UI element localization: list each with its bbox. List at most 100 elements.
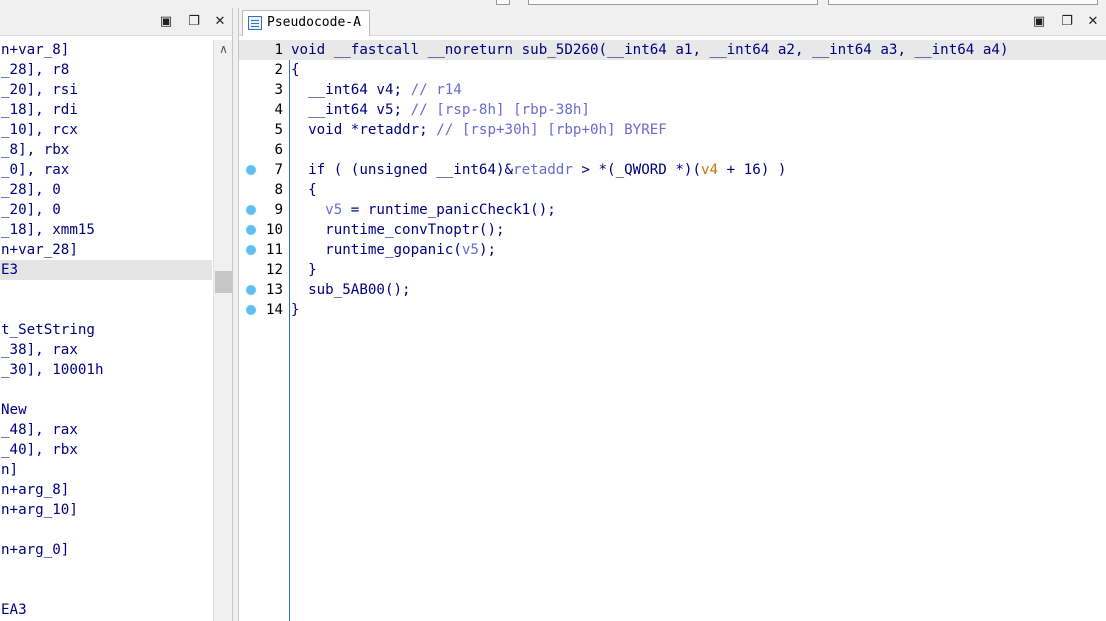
code-token: } [291,262,317,278]
disasm-text: _0], rax [1,162,70,178]
disasm-line[interactable]: _18], rdi [0,100,212,120]
code-token: } [291,302,300,318]
disasm-line[interactable] [0,280,212,300]
code-text: __int64 v5; // [rsp-8h] [rbp-38h] [291,100,590,120]
close-icon[interactable]: ✕ [212,14,228,30]
code-line[interactable]: 6 [239,140,1106,160]
restore-icon[interactable]: ❐ [1059,14,1075,30]
line-number: 13 [265,282,283,298]
disasm-line[interactable] [0,300,212,320]
breakpoint-marker-icon[interactable] [246,245,256,255]
disasm-line[interactable]: n+var_28] [0,240,212,260]
breakpoint-marker-icon[interactable] [246,305,256,315]
hidden-tab-edge[interactable] [828,0,1098,5]
code-text: { [291,180,317,200]
disasm-line[interactable]: _40], rbx [0,440,212,460]
code-text: sub_5AB00(); [291,280,411,300]
disassembly-panel-header: ▣ ❐ ✕ [0,8,232,36]
code-line[interactable]: 14} [239,300,1106,320]
code-line[interactable]: 5 void *retaddr; // [rsp+30h] [rbp+0h] B… [239,120,1106,140]
disasm-text: _10], rcx [1,122,78,138]
tab-label: Pseudocode-A [267,15,361,30]
breakpoint-marker-icon[interactable] [246,205,256,215]
code-line[interactable]: 1 void __fastcall __noreturn sub_5D260(__… [239,40,1106,60]
disasm-line[interactable] [0,380,212,400]
disasm-text: _20], rsi [1,82,78,98]
disasm-text: _28], 0 [1,182,61,198]
code-line[interactable]: 8 { [239,180,1106,200]
disasm-line[interactable]: n+var_8] [0,40,212,60]
code-text: } [291,260,317,280]
disasm-line[interactable]: n+arg_10] [0,500,212,520]
breakpoint-marker-icon[interactable] [246,285,256,295]
code-token: v5 [325,202,343,218]
scroll-up-icon[interactable]: ∧ [214,40,233,58]
code-line[interactable]: 3 __int64 v4; // r14 [239,80,1106,100]
disasm-line[interactable]: n] [0,460,212,480]
code-line[interactable]: 11 runtime_gopanic(v5); [239,240,1106,260]
disasm-line[interactable]: _10], rcx [0,120,212,140]
disasm-line[interactable]: _30], 10001h [0,360,212,380]
disasm-text: _28], r8 [1,62,70,78]
tab-pseudocode-a[interactable]: Pseudocode-A [242,10,370,36]
disasm-text: n+arg_10] [1,502,78,518]
disasm-line[interactable]: E3 [0,260,212,280]
vertical-scrollbar[interactable]: ∧ [213,40,232,621]
disasm-line[interactable]: _8], rbx [0,140,212,160]
disassembly-listing[interactable]: n+var_8] _28], r8 _20], rsi _18], rdi _10], … [0,40,212,621]
disasm-line[interactable]: New [0,400,212,420]
code-token: // [rsp+30h] [rbp+0h] BYREF [436,122,667,138]
disasm-line[interactable]: _48], rax [0,420,212,440]
disasm-line[interactable]: _38], rax [0,340,212,360]
close-icon[interactable]: ✕ [1085,14,1101,30]
code-line[interactable]: 2{ [239,60,1106,80]
disasm-line[interactable] [0,560,212,580]
code-line[interactable]: 9 v5 = runtime_panicCheck1(); [239,200,1106,220]
code-line[interactable]: 12 } [239,260,1106,280]
code-text: runtime_convTnoptr(); [291,220,504,240]
disasm-line[interactable]: _20], 0 [0,200,212,220]
code-token: __int64 v4; [291,82,411,98]
disasm-text: _38], rax [1,342,78,358]
code-token: v5 [461,242,479,258]
hidden-tab-edge[interactable] [496,0,510,5]
disasm-line[interactable]: _28], r8 [0,60,212,80]
code-line[interactable]: 4 __int64 v5; // [rsp-8h] [rbp-38h] [239,100,1106,120]
restore-icon[interactable]: ❐ [186,14,202,30]
disasm-line[interactable]: _18], xmm15 [0,220,212,240]
scrollbar-thumb[interactable] [215,271,232,293]
disasm-line[interactable]: _0], rax [0,160,212,180]
maximize-icon[interactable]: ▣ [158,14,174,30]
code-token: if ( (unsigned __int64)& [291,162,514,178]
breakpoint-marker-icon[interactable] [246,165,256,175]
disasm-line[interactable]: EA3 [0,600,212,620]
disasm-line[interactable] [0,580,212,600]
code-token: void *retaddr; [291,122,437,138]
disasm-line[interactable]: n+arg_0] [0,540,212,560]
disasm-text: _20], 0 [1,202,61,218]
disasm-line[interactable] [0,520,212,540]
breakpoint-marker-icon[interactable] [246,225,256,235]
disasm-line[interactable]: _28], 0 [0,180,212,200]
disasm-line[interactable]: _20], rsi [0,80,212,100]
disasm-line[interactable]: t_SetString [0,320,212,340]
code-text: __int64 v4; // r14 [291,80,462,100]
code-token: > *(_QWORD *)( [572,162,702,178]
code-line[interactable]: 10 runtime_convTnoptr(); [239,220,1106,240]
code-line[interactable]: 13 sub_5AB00(); [239,280,1106,300]
code-line[interactable]: 7 if ( (unsigned __int64)&retaddr > *(_Q… [239,160,1106,180]
disasm-text: New [1,402,27,418]
code-token: void __fastcall __noreturn sub_5D260(__i… [291,42,1009,58]
disasm-text: n+var_8] [1,42,70,58]
hidden-tab-edge[interactable] [528,0,818,5]
disasm-line[interactable]: n+arg_8] [0,480,212,500]
code-token: // r14 [410,82,462,98]
pseudocode-editor[interactable]: 1 void __fastcall __noreturn sub_5D260(__… [239,40,1106,621]
code-token: runtime_gopanic( [291,242,462,258]
code-token: retaddr [513,162,573,178]
maximize-icon[interactable]: ▣ [1031,14,1047,30]
top-tab-strip [0,0,1106,6]
disasm-text: _18], rdi [1,102,78,118]
disasm-text: t_SetString [1,322,95,338]
